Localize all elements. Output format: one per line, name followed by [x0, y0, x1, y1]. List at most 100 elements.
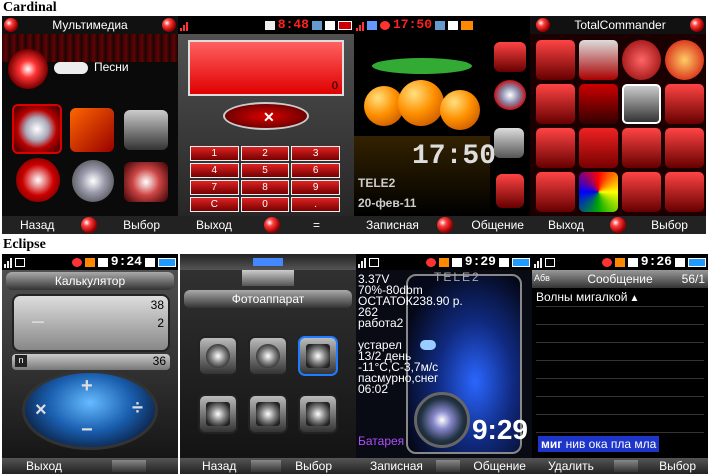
cd-icon[interactable]	[12, 104, 62, 154]
app-icon[interactable]	[665, 128, 704, 168]
menu-icon-camcorder[interactable]	[198, 394, 238, 434]
exit-softkey[interactable]: Выход	[530, 218, 584, 232]
menu-orb-icon[interactable]	[536, 18, 550, 32]
menu-icon-film[interactable]	[198, 336, 238, 376]
cardinal-title: Cardinal	[3, 0, 57, 15]
home-date: 20-фев-11	[358, 196, 417, 210]
center-orb-icon[interactable]	[264, 217, 281, 233]
menu-orb-icon[interactable]	[162, 18, 176, 32]
camera-icon[interactable]	[70, 108, 114, 152]
shortcut-music-icon[interactable]	[494, 80, 526, 110]
key-7[interactable]: 7	[190, 180, 239, 195]
signal-icon	[358, 257, 366, 268]
exit-softkey[interactable]: Выход	[2, 459, 62, 473]
equals-softkey[interactable]: =	[313, 218, 354, 232]
song-icon	[54, 62, 88, 74]
contacts-softkey[interactable]: Записная	[356, 459, 423, 473]
screen-header: Калькулятор	[6, 272, 174, 290]
menu-icon-video[interactable]	[248, 336, 288, 376]
multiply-icon[interactable]: ×	[35, 399, 47, 422]
center-key[interactable]	[250, 460, 281, 472]
back-softkey[interactable]: Назад	[180, 459, 236, 473]
center-key[interactable]	[436, 460, 461, 472]
app-icon[interactable]	[579, 40, 618, 80]
app-icon[interactable]	[665, 84, 704, 124]
app-grid	[536, 40, 704, 212]
gallery-icon[interactable]	[124, 162, 168, 202]
key-dot[interactable]: .	[291, 197, 340, 212]
menu-orb-icon[interactable]	[690, 18, 704, 32]
app-icon[interactable]	[665, 40, 704, 80]
center-orb-icon[interactable]	[609, 217, 626, 233]
select-softkey[interactable]: Выбор	[123, 218, 178, 232]
shortcut-clock-icon[interactable]	[494, 128, 524, 158]
app-icon[interactable]	[665, 172, 704, 212]
signal-icon	[4, 257, 12, 268]
app-icon[interactable]	[579, 172, 618, 212]
app-icon-selected[interactable]	[622, 84, 661, 124]
menu-icon-phone[interactable]	[248, 394, 288, 434]
shortcut-joystick-icon[interactable]	[496, 174, 524, 208]
orange-fruit	[398, 80, 444, 126]
key-1[interactable]: 1	[190, 146, 239, 161]
key-2[interactable]: 2	[240, 146, 290, 161]
volume-icon	[325, 20, 335, 30]
key-8[interactable]: 8	[240, 180, 290, 195]
center-orb-icon[interactable]	[437, 217, 454, 233]
key-9[interactable]: 9	[291, 180, 340, 195]
t9-suggestion-bar[interactable]: миг нив ока пла мла	[538, 436, 660, 452]
multiply-icon[interactable]: ✕	[263, 109, 275, 126]
select-softkey[interactable]: Выбор	[659, 459, 708, 473]
app-icon[interactable]	[579, 128, 618, 168]
select-softkey[interactable]: Выбор	[295, 459, 356, 473]
webcam-icon[interactable]	[16, 158, 60, 202]
key-5[interactable]: 5	[240, 163, 290, 178]
alarm-icon	[425, 257, 436, 267]
battery-icon	[512, 257, 530, 267]
key-4[interactable]: 4	[190, 163, 239, 178]
status-time: 8:48	[277, 17, 309, 32]
operation-pad[interactable]: ✕	[223, 102, 309, 130]
menu-icon-folder[interactable]	[298, 394, 338, 434]
messaging-softkey[interactable]: Общение	[471, 218, 530, 232]
status-bar: TotalCommander	[530, 16, 706, 34]
menu-item-songs[interactable]: Песни	[94, 60, 129, 74]
weather-cloud-icon	[420, 340, 436, 350]
signal-icon	[356, 20, 364, 31]
eclipse-home-screen: 9:29 TELE2 3.37V 70%-80dbm ОСТАТОК238.90…	[356, 254, 532, 474]
contacts-softkey[interactable]: Записная	[354, 218, 419, 232]
app-icon[interactable]	[536, 84, 575, 124]
messaging-softkey[interactable]: Общение	[473, 459, 532, 473]
app-icon[interactable]	[536, 172, 575, 212]
plus-icon[interactable]: +	[81, 375, 93, 398]
key-6[interactable]: 6	[291, 163, 340, 178]
video-camera-icon[interactable]	[124, 110, 168, 150]
back-softkey[interactable]: Назад	[2, 218, 54, 232]
center-orb-icon[interactable]	[80, 217, 97, 233]
shortcut-camera-icon[interactable]	[494, 42, 526, 72]
disc-icon[interactable]	[72, 160, 114, 202]
app-icon[interactable]	[536, 128, 575, 168]
app-icon[interactable]	[536, 40, 575, 80]
center-key[interactable]	[614, 460, 639, 472]
app-icon[interactable]	[579, 84, 618, 124]
divide-icon[interactable]: ÷	[132, 397, 143, 420]
cursor-arrow-icon: ▲	[629, 293, 640, 304]
select-softkey[interactable]: Выбор	[651, 218, 706, 232]
envelope-icon	[627, 257, 638, 267]
exit-softkey[interactable]: Выход	[178, 218, 232, 232]
message-line-1: Волны мигалкой ▲	[536, 290, 639, 304]
calc-op-pad[interactable]: + × ÷ −	[22, 370, 158, 450]
center-key[interactable]	[112, 460, 146, 472]
key-clear[interactable]: C	[190, 197, 239, 212]
delete-softkey[interactable]: Удалить	[532, 459, 594, 473]
app-icon[interactable]	[622, 172, 661, 212]
calc-display: 38 — 2	[12, 294, 170, 352]
menu-orb-icon[interactable]	[4, 18, 18, 32]
app-icon[interactable]	[622, 128, 661, 168]
menu-icon-camera-selected[interactable]	[298, 336, 338, 376]
app-icon[interactable]	[622, 40, 661, 80]
minus-icon[interactable]: −	[81, 419, 93, 442]
key-3[interactable]: 3	[291, 146, 340, 161]
key-0[interactable]: 0	[240, 197, 290, 212]
